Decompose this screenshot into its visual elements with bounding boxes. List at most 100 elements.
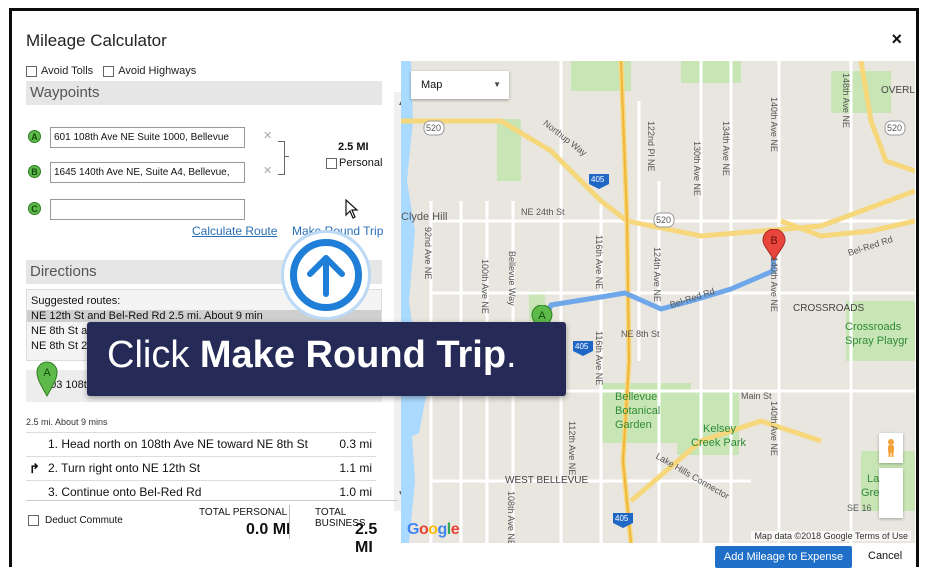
street-view-pegman-icon[interactable] xyxy=(879,433,903,463)
waypoint-c-marker: C xyxy=(28,202,41,215)
map-label-108th: 108th Ave NE xyxy=(506,491,516,543)
total-personal-label: TOTAL PERSONAL xyxy=(199,507,288,518)
google-logo: Google xyxy=(407,521,460,538)
instruction-text: Click Make Round Trip. xyxy=(107,334,517,377)
step-distance: 1.1 mi xyxy=(339,461,372,475)
map-label-92nd: 92nd Ave NE xyxy=(423,227,433,280)
hwy-520-shield-label: 520 xyxy=(887,123,903,133)
i405-shield-label: 405 xyxy=(615,514,629,523)
map-label-140th-south: 140th Ave NE xyxy=(769,401,779,456)
avoid-highways-checkbox[interactable] xyxy=(103,65,115,77)
map-label-se16: SE 16 xyxy=(847,503,872,513)
dialog-title: Mileage Calculator xyxy=(26,31,167,50)
map-label-134th: 134th Ave NE xyxy=(721,121,731,176)
add-mileage-button[interactable]: Add Mileage to Expense xyxy=(715,546,852,568)
map-label-kelsey: Kelsey xyxy=(703,423,737,435)
map-label-124th: 124th Ave NE xyxy=(652,247,662,302)
deduct-commute-option: Deduct Commute xyxy=(28,515,123,526)
instruction-callout: Click Make Round Trip. xyxy=(87,322,566,396)
route-map[interactable]: 520 520 520 405 405 405 Map ▼ OVERL Clyd… xyxy=(401,61,915,543)
cancel-button[interactable]: Cancel xyxy=(868,550,902,562)
total-personal-value: 0.0 MI xyxy=(246,521,291,538)
totals-divider xyxy=(289,505,290,539)
avoid-tolls-label: Avoid Tolls xyxy=(41,65,94,77)
mileage-calculator-dialog: Mileage Calculator × Avoid Tolls Avoid H… xyxy=(9,8,919,567)
remove-waypoint-a-icon[interactable]: ✕ xyxy=(263,129,272,142)
map-label-148th: 148th Ave NE xyxy=(841,73,851,128)
turn-right-icon: ↱ xyxy=(29,461,40,476)
total-business-value: 2.5 MI xyxy=(355,521,378,556)
map-label-overlake: OVERL xyxy=(881,85,915,96)
zoom-controls[interactable] xyxy=(879,468,903,518)
waypoint-b-marker: B xyxy=(28,165,41,178)
route-end-marker-b-icon[interactable]: B xyxy=(762,228,786,266)
instruction-suffix: . xyxy=(506,334,517,376)
map-label-clyde-hill: Clyde Hill xyxy=(401,211,448,223)
personal-checkbox[interactable] xyxy=(326,157,337,169)
personal-label: Personal xyxy=(339,157,383,169)
waypoints-header: Waypoints xyxy=(26,81,382,105)
bracket-divider xyxy=(278,141,285,175)
instruction-action: Make Round Trip xyxy=(199,334,507,376)
map-attribution[interactable]: Map data ©2018 Google Terms of Use xyxy=(751,531,911,541)
map-label-140th-north: 140th Ave NE xyxy=(769,97,779,152)
marker-a-letter: A xyxy=(538,310,546,322)
remove-waypoint-b-icon[interactable]: ✕ xyxy=(263,164,272,177)
map-label-bellevue: Bellevue xyxy=(615,391,658,403)
map-label-crossroads-park: Crossroads xyxy=(845,321,902,333)
map-label-112th: 112th Ave NE xyxy=(567,421,577,476)
avoid-tolls-checkbox[interactable] xyxy=(26,65,37,77)
i405-shield-label: 405 xyxy=(575,342,589,351)
step-text: 2. Turn right onto NE 12th St xyxy=(48,461,201,475)
map-label-ne24: NE 24th St xyxy=(521,207,565,217)
map-type-label: Map xyxy=(421,79,443,91)
map-label-creek-park: Creek Park xyxy=(691,437,747,449)
avoid-highways-label: Avoid Highways xyxy=(118,65,197,77)
step-distance: 0.3 mi xyxy=(339,437,372,451)
avoid-options: Avoid Tolls Avoid Highways xyxy=(26,65,196,77)
mouse-cursor-icon xyxy=(345,198,359,224)
totals-bar: Deduct Commute TOTAL PERSONAL 0.0 MI TOT… xyxy=(26,500,398,556)
calculate-route-link[interactable]: Calculate Route xyxy=(192,224,277,238)
direction-step: 1. Head north on 108th Ave NE toward NE … xyxy=(26,432,376,456)
close-icon[interactable]: × xyxy=(891,29,902,50)
map-label-bellevue-way: Bellevue Way xyxy=(507,251,517,306)
waypoint-a-marker: A xyxy=(28,130,41,143)
route-summary: 2.5 mi. About 9 mins xyxy=(26,417,108,427)
hwy-520-shield-label: 520 xyxy=(426,123,442,133)
waypoint-distance: 2.5 MI xyxy=(338,141,369,153)
chevron-down-icon: ▼ xyxy=(493,80,501,89)
map-canvas xyxy=(401,61,915,543)
map-label-116th-south: 116th Ave NE xyxy=(594,331,604,386)
map-type-dropdown[interactable]: Map ▼ xyxy=(411,71,509,99)
map-label-116th: 116th Ave NE xyxy=(594,235,604,290)
map-label-lake-partial: La xyxy=(867,473,880,485)
i405-shield-label: 405 xyxy=(591,175,605,184)
waypoint-c-input[interactable] xyxy=(50,199,245,220)
personal-option: Personal xyxy=(326,157,382,169)
map-label-spray-park: Spray Playgr xyxy=(845,335,908,347)
up-arrow-icon xyxy=(290,239,362,311)
map-label-ne8: NE 8th St xyxy=(621,329,660,339)
direction-steps: 1. Head north on 108th Ave NE toward NE … xyxy=(26,432,376,504)
map-label-100th: 100th Ave NE xyxy=(480,259,490,314)
bracket-tick xyxy=(284,156,289,157)
map-label-main: Main St xyxy=(741,391,772,401)
deduct-commute-checkbox[interactable] xyxy=(28,515,39,526)
instruction-prefix: Click xyxy=(107,334,200,376)
map-label-crossroads: CROSSROADS xyxy=(793,303,865,314)
start-pin-icon: A xyxy=(36,361,58,402)
map-label-122nd: 122nd Pl NE xyxy=(646,121,656,172)
suggested-routes-label: Suggested routes: xyxy=(31,295,121,307)
waypoint-b-input[interactable]: 1645 140th Ave NE, Suite A4, Bellevue, xyxy=(50,162,245,183)
direction-step: ↱ 2. Turn right onto NE 12th St 1.1 mi xyxy=(26,456,376,480)
step-text: 1. Head north on 108th Ave NE toward NE … xyxy=(48,437,308,451)
map-label-130th: 130th Ave NE xyxy=(692,141,702,196)
start-pin-letter: A xyxy=(43,367,51,379)
waypoint-a-input[interactable]: 601 108th Ave NE Suite 1000, Bellevue xyxy=(50,127,245,148)
callout-arrow-circle xyxy=(281,230,371,320)
deduct-commute-label: Deduct Commute xyxy=(45,515,123,526)
hwy-520-shield-label: 520 xyxy=(656,215,672,225)
marker-b-letter: B xyxy=(770,235,777,247)
map-label-garden: Garden xyxy=(615,419,652,431)
